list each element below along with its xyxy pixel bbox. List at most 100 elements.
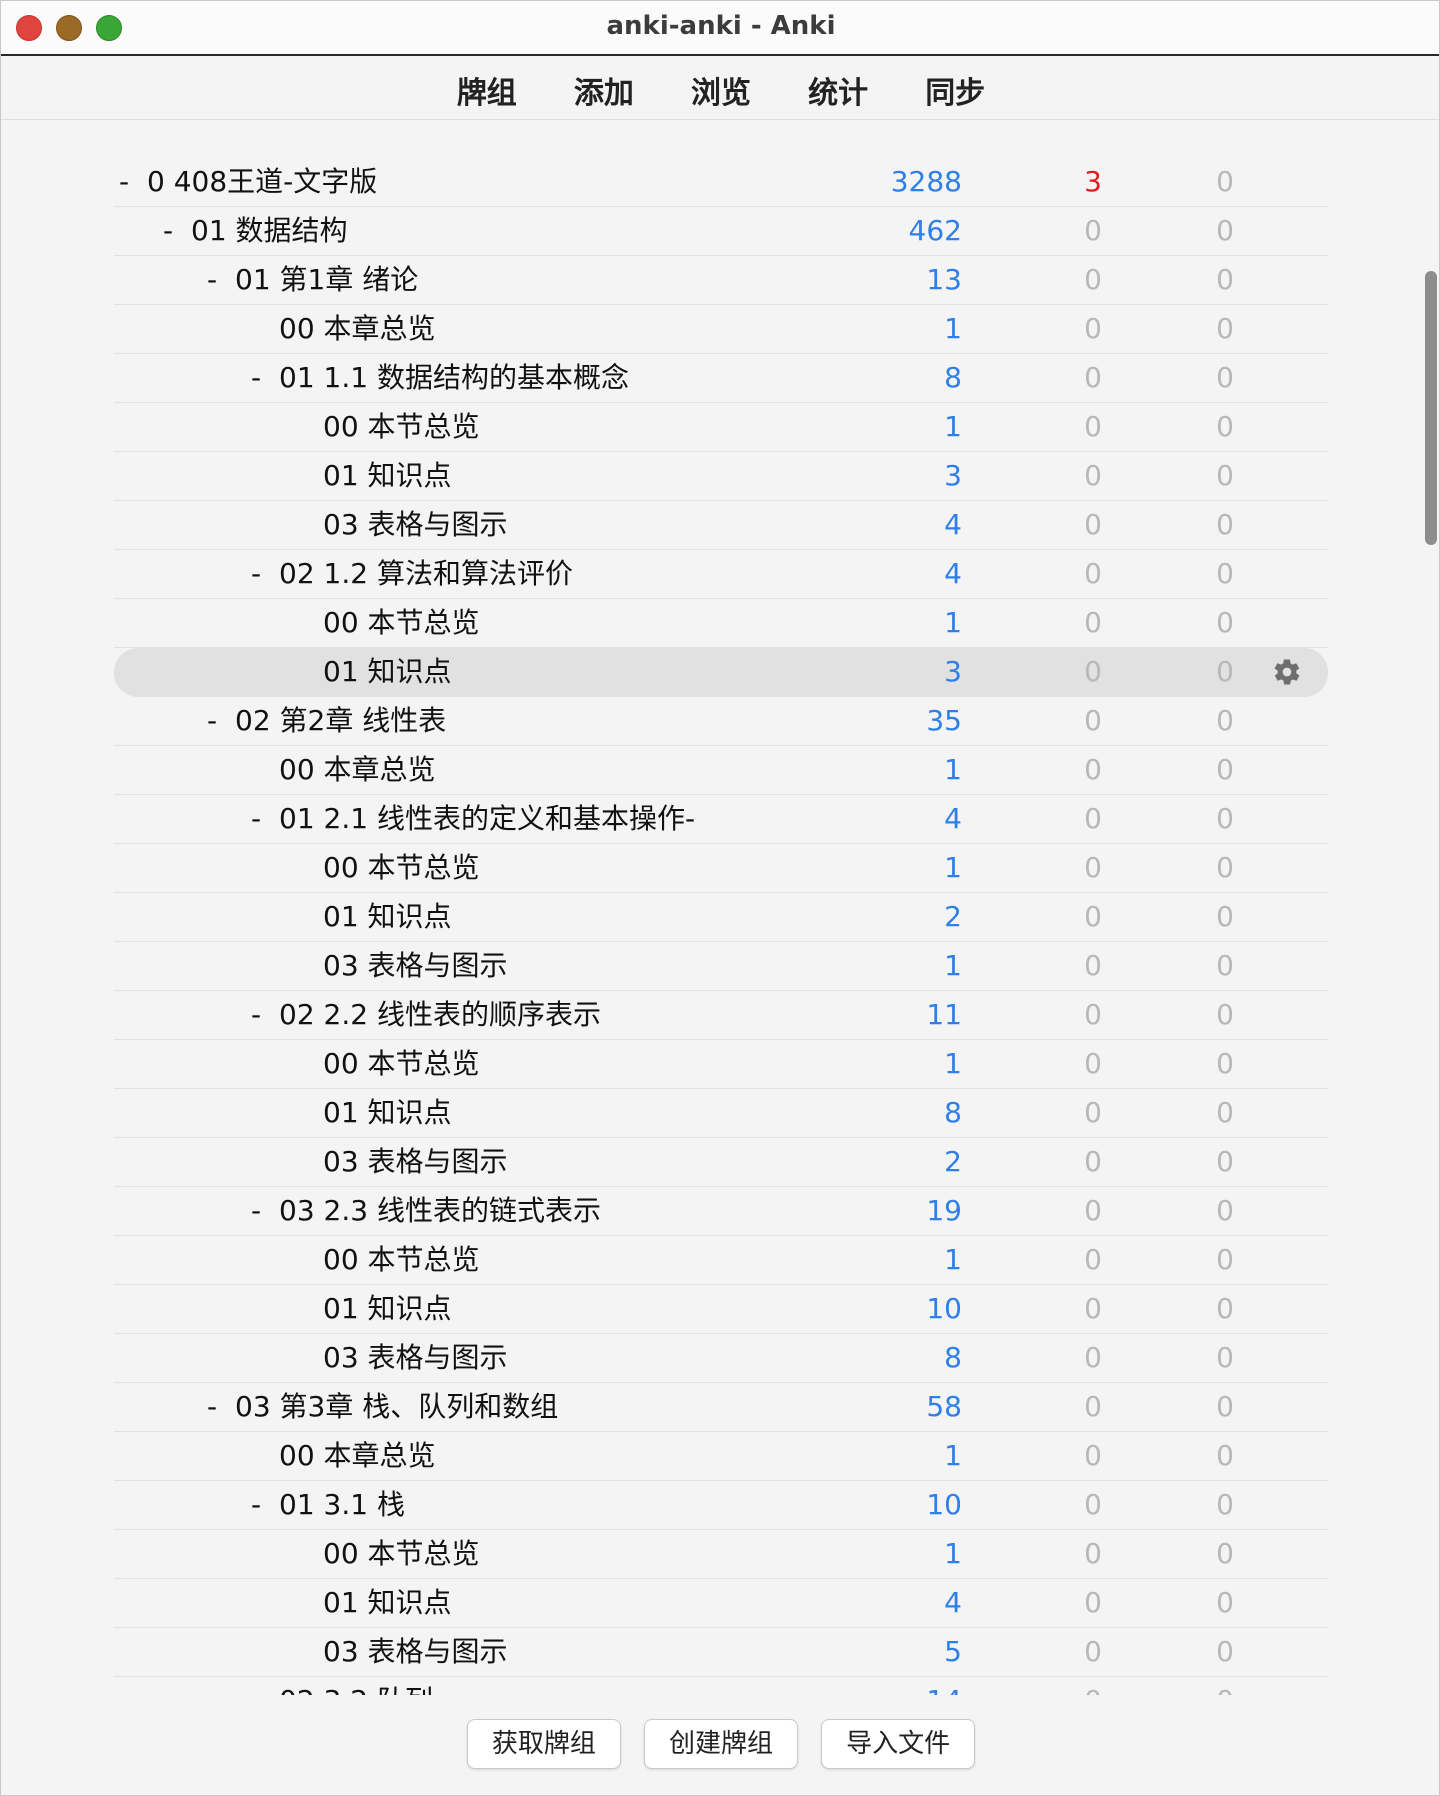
review-count: 0 xyxy=(1216,1194,1234,1227)
deck-name[interactable]: 01 知识点 xyxy=(323,893,452,941)
review-count: 0 xyxy=(1216,165,1234,198)
collapse-toggle[interactable]: - xyxy=(251,991,261,1039)
deck-row[interactable]: -01 3.1 栈 10 0 0 xyxy=(114,1481,1328,1530)
deck-row[interactable]: -01 第1章 绪论 13 0 0 xyxy=(114,256,1328,305)
collapse-toggle[interactable]: - xyxy=(207,697,217,745)
deck-name[interactable]: 03 表格与图示 xyxy=(323,501,508,549)
deck-name[interactable]: 01 知识点 xyxy=(323,1579,452,1627)
collapse-toggle[interactable]: - xyxy=(207,256,217,304)
deck-row[interactable]: -03 第3章 栈、队列和数组 58 0 0 xyxy=(114,1383,1328,1432)
deck-name[interactable]: 01 知识点 xyxy=(323,452,452,500)
import-file-button[interactable]: 导入文件 xyxy=(821,1719,976,1769)
deck-row[interactable]: 01 知识点 2 0 0 xyxy=(114,893,1328,942)
deck-row[interactable]: -02 3.2 队列 14 0 0 xyxy=(114,1677,1328,1695)
deck-name[interactable]: 01 知识点 xyxy=(323,1089,452,1137)
deck-row[interactable]: 00 本章总览 1 0 0 xyxy=(114,1432,1328,1481)
deck-row[interactable]: -02 第2章 线性表 35 0 0 xyxy=(114,697,1328,746)
deck-row[interactable]: 03 表格与图示 1 0 0 xyxy=(114,942,1328,991)
collapse-toggle[interactable]: - xyxy=(251,550,261,598)
new-count: 19 xyxy=(926,1194,962,1227)
deck-row[interactable]: 00 本节总览 1 0 0 xyxy=(114,403,1328,452)
deck-row[interactable]: 01 知识点 3 0 0 xyxy=(114,452,1328,501)
deck-name[interactable]: 00 本章总览 xyxy=(279,305,436,353)
deck-name[interactable]: 0 408王道-文字版 xyxy=(147,158,377,206)
learn-count: 0 xyxy=(1084,998,1102,1031)
deck-name[interactable]: 03 第3章 栈、队列和数组 xyxy=(235,1383,558,1431)
learn-count: 0 xyxy=(1084,1586,1102,1619)
learn-count: 0 xyxy=(1084,802,1102,835)
deck-name[interactable]: 03 表格与图示 xyxy=(323,1628,508,1676)
deck-row[interactable]: -01 数据结构 462 0 0 xyxy=(114,207,1328,256)
deck-name[interactable]: 02 2.2 线性表的顺序表示 xyxy=(279,991,601,1039)
new-count: 3 xyxy=(944,655,962,688)
deck-row[interactable]: 00 本节总览 1 0 0 xyxy=(114,1040,1328,1089)
toolbar-stats[interactable]: 统计 xyxy=(808,68,868,112)
collapse-toggle[interactable]: - xyxy=(119,158,129,206)
deck-row[interactable]: 03 表格与图示 5 0 0 xyxy=(114,1628,1328,1677)
deck-name[interactable]: 00 本章总览 xyxy=(279,1432,436,1480)
deck-row[interactable]: 00 本章总览 1 0 0 xyxy=(114,305,1328,354)
collapse-toggle[interactable]: - xyxy=(251,1187,261,1235)
deck-name[interactable]: 01 知识点 xyxy=(323,1285,452,1333)
toolbar-browse[interactable]: 浏览 xyxy=(691,68,751,112)
collapse-toggle[interactable]: - xyxy=(251,795,261,843)
deck-row[interactable]: -02 2.2 线性表的顺序表示 11 0 0 xyxy=(114,991,1328,1040)
deck-row[interactable]: 00 本章总览 1 0 0 xyxy=(114,746,1328,795)
collapse-toggle[interactable]: - xyxy=(251,1677,261,1695)
deck-row[interactable]: 00 本节总览 1 0 0 xyxy=(114,1236,1328,1285)
toolbar-add[interactable]: 添加 xyxy=(574,68,634,112)
collapse-toggle[interactable]: - xyxy=(163,207,173,255)
deck-row[interactable]: 01 知识点 3 0 0 xyxy=(114,648,1328,697)
gear-icon[interactable] xyxy=(1272,657,1302,687)
deck-name[interactable]: 00 本节总览 xyxy=(323,1236,480,1284)
deck-row[interactable]: -01 1.1 数据结构的基本概念 8 0 0 xyxy=(114,354,1328,403)
deck-row[interactable]: 00 本节总览 1 0 0 xyxy=(114,599,1328,648)
new-count: 5 xyxy=(944,1635,962,1668)
deck-name[interactable]: 01 1.1 数据结构的基本概念 xyxy=(279,354,629,402)
learn-count: 0 xyxy=(1084,1439,1102,1472)
create-deck-button[interactable]: 创建牌组 xyxy=(644,1719,798,1769)
deck-name[interactable]: 00 本章总览 xyxy=(279,746,436,794)
deck-row[interactable]: 03 表格与图示 4 0 0 xyxy=(114,501,1328,550)
deck-row[interactable]: 03 表格与图示 2 0 0 xyxy=(114,1138,1328,1187)
deck-row[interactable]: -03 2.3 线性表的链式表示 19 0 0 xyxy=(114,1187,1328,1236)
deck-name[interactable]: 03 表格与图示 xyxy=(323,1334,508,1382)
review-count: 0 xyxy=(1216,606,1234,639)
deck-name[interactable]: 00 本节总览 xyxy=(323,403,480,451)
deck-name[interactable]: 03 2.3 线性表的链式表示 xyxy=(279,1187,601,1235)
deck-name[interactable]: 01 3.1 栈 xyxy=(279,1481,405,1529)
new-count: 1 xyxy=(944,606,962,639)
deck-row[interactable]: 01 知识点 8 0 0 xyxy=(114,1089,1328,1138)
deck-row[interactable]: -02 1.2 算法和算法评价 4 0 0 xyxy=(114,550,1328,599)
deck-name[interactable]: 00 本节总览 xyxy=(323,844,480,892)
deck-name[interactable]: 00 本节总览 xyxy=(323,1040,480,1088)
deck-name[interactable]: 03 表格与图示 xyxy=(323,1138,508,1186)
deck-row[interactable]: 03 表格与图示 8 0 0 xyxy=(114,1334,1328,1383)
learn-count: 0 xyxy=(1084,704,1102,737)
deck-row[interactable]: 01 知识点 10 0 0 xyxy=(114,1285,1328,1334)
deck-name[interactable]: 01 数据结构 xyxy=(191,207,348,255)
deck-name[interactable]: 02 1.2 算法和算法评价 xyxy=(279,550,573,598)
deck-name[interactable]: 01 知识点 xyxy=(323,648,452,696)
deck-name[interactable]: 02 第2章 线性表 xyxy=(235,697,446,745)
deck-name[interactable]: 01 2.1 线性表的定义和基本操作- xyxy=(279,795,695,843)
toolbar-decks[interactable]: 牌组 xyxy=(457,68,517,112)
scrollbar-thumb[interactable] xyxy=(1425,271,1437,545)
deck-row[interactable]: -01 2.1 线性表的定义和基本操作- 4 0 0 xyxy=(114,795,1328,844)
deck-row[interactable]: -0 408王道-文字版 3288 3 0 xyxy=(114,158,1328,207)
deck-name[interactable]: 02 3.2 队列 xyxy=(279,1677,433,1695)
collapse-toggle[interactable]: - xyxy=(207,1383,217,1431)
get-shared-decks-button[interactable]: 获取牌组 xyxy=(466,1719,621,1769)
deck-row[interactable]: 00 本节总览 1 0 0 xyxy=(114,844,1328,893)
collapse-toggle[interactable]: - xyxy=(251,354,261,402)
deck-name[interactable]: 00 本节总览 xyxy=(323,1530,480,1578)
deck-name[interactable]: 01 第1章 绪论 xyxy=(235,256,418,304)
deck-row[interactable]: 01 知识点 4 0 0 xyxy=(114,1579,1328,1628)
review-count: 0 xyxy=(1216,214,1234,247)
collapse-toggle[interactable]: - xyxy=(251,1481,261,1529)
deck-name[interactable]: 03 表格与图示 xyxy=(323,942,508,990)
learn-count: 0 xyxy=(1084,459,1102,492)
deck-name[interactable]: 00 本节总览 xyxy=(323,599,480,647)
deck-row[interactable]: 00 本节总览 1 0 0 xyxy=(114,1530,1328,1579)
toolbar-sync[interactable]: 同步 xyxy=(925,68,985,112)
